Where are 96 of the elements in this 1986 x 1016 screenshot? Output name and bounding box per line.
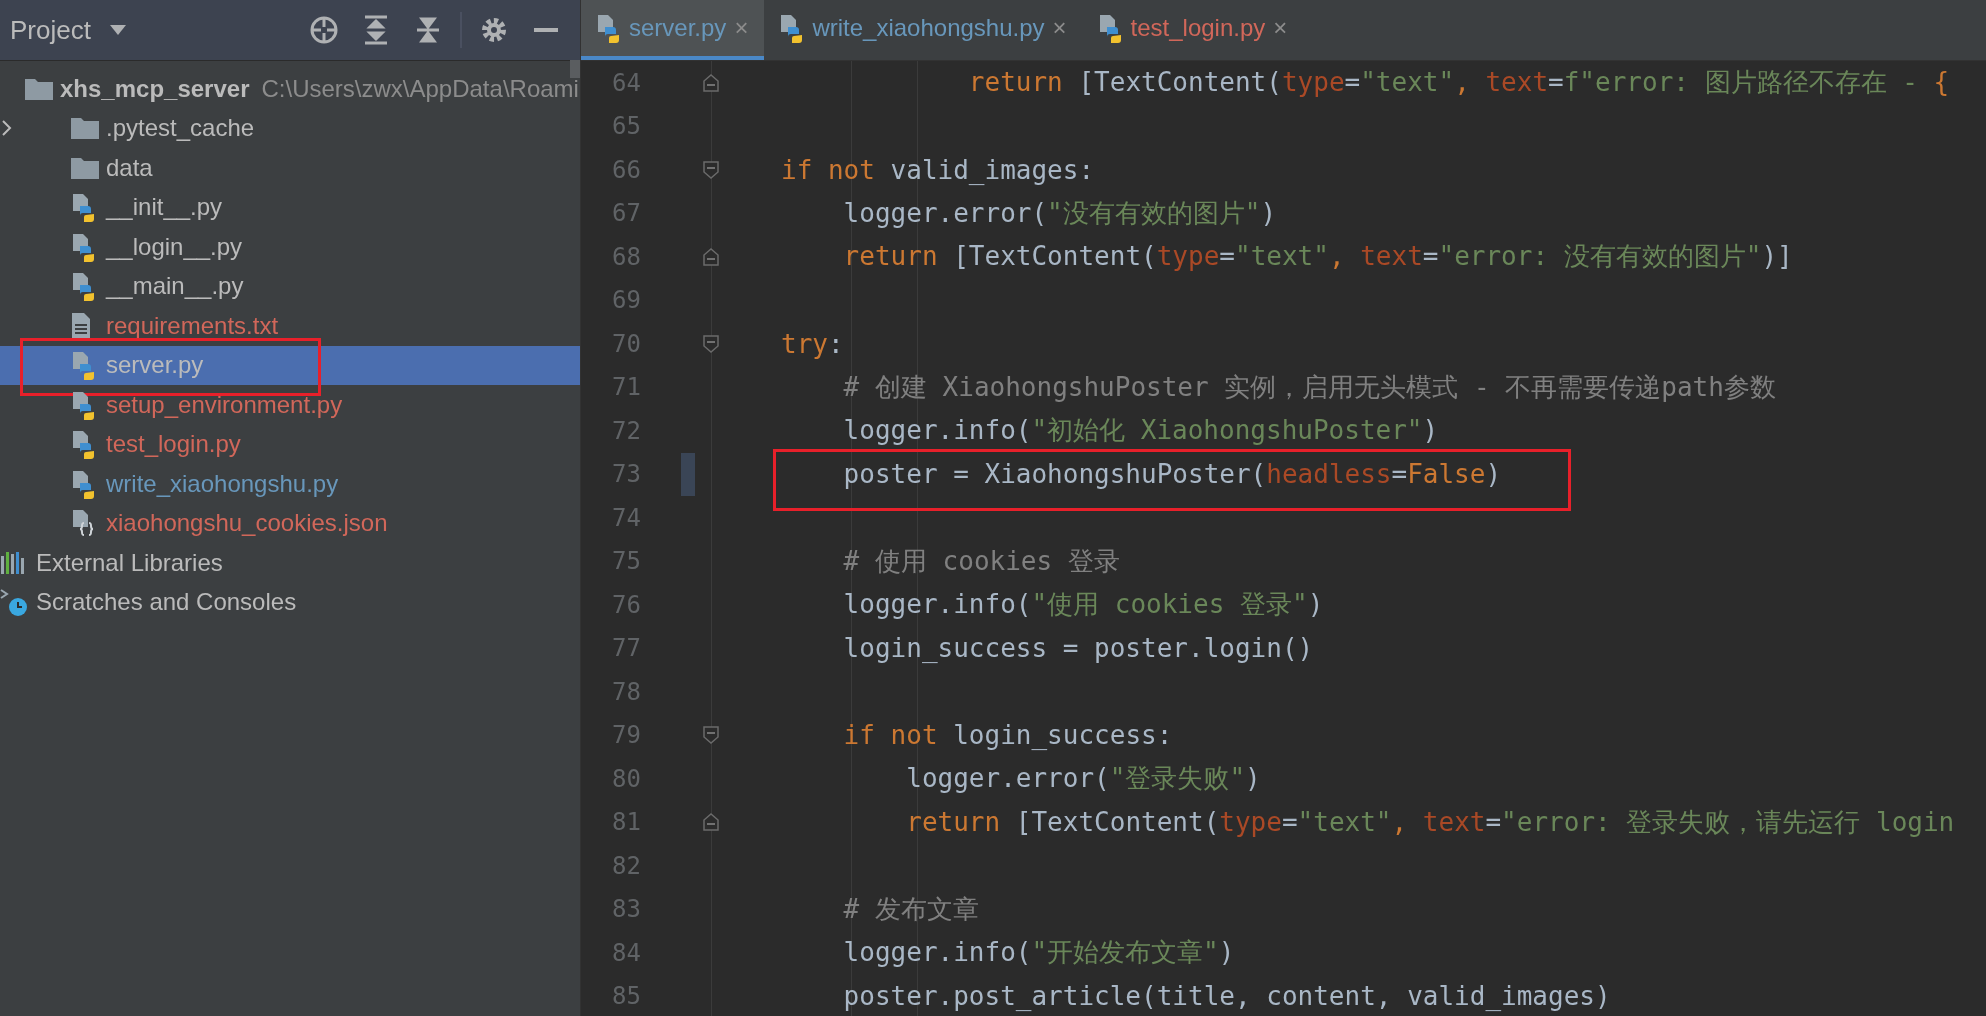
tree-item-label: __login__.py	[106, 232, 243, 261]
text-file-icon	[70, 310, 92, 341]
line-number: 71	[611, 373, 641, 402]
python-file-icon	[595, 13, 621, 43]
fold-icon[interactable]	[703, 726, 719, 745]
tree-item[interactable]: __init__.py	[0, 187, 580, 227]
code-line: # 使用 cookies 登录	[842, 544, 1120, 578]
editor-tab[interactable]: write_xiaohongshu.py ×	[764, 0, 1083, 60]
code-line: logger.error("登录失败")	[905, 762, 1261, 796]
tree-item-label: __init__.py	[106, 193, 223, 222]
tree-item[interactable]: .pytest_cache	[0, 108, 580, 148]
tree-item-label: .pytest_cache	[106, 114, 255, 143]
json-file-icon	[70, 508, 96, 539]
tree-item[interactable]: setup_environment.py	[0, 385, 580, 425]
tree-item[interactable]: External Libraries	[0, 543, 580, 583]
line-number: 69	[611, 286, 641, 315]
code-line: login_success = poster.login()	[842, 633, 1314, 664]
code-line: return [TextContent(type="text", text="error: 没有有效的图片")]	[842, 240, 1793, 274]
line-number: 67	[611, 199, 641, 228]
tree-item-label: Scratches and Consoles	[36, 588, 297, 617]
editor-tab[interactable]: test_login.py ×	[1082, 0, 1304, 60]
code-line: logger.error("没有有效的图片")	[842, 196, 1277, 230]
line-number: 64	[611, 68, 641, 97]
python-file-icon	[70, 389, 96, 420]
tree-item[interactable]: __login__.py	[0, 227, 580, 267]
tree-item[interactable]: requirements.txt	[0, 306, 580, 346]
tree-item-label: write_xiaohongshu.py	[106, 469, 339, 498]
python-file-icon	[70, 192, 96, 223]
editor-tab[interactable]: server.py ×	[581, 0, 765, 60]
panel-title[interactable]: Project	[10, 14, 91, 46]
python-file-icon	[70, 231, 96, 262]
line-number: 75	[611, 547, 641, 576]
folder-icon	[70, 115, 100, 142]
python-file-icon	[70, 350, 96, 381]
line-number: 73	[611, 460, 641, 489]
line-number: 65	[611, 112, 641, 141]
project-path: C:\Users\zwx\AppData\Roami	[261, 74, 579, 103]
line-number: 72	[611, 416, 641, 445]
code-line: if not login_success:	[842, 720, 1173, 751]
code-line: try:	[781, 328, 844, 359]
line-number: 83	[611, 895, 641, 924]
code-line: logger.info("开始发布文章")	[842, 936, 1235, 970]
close-tab-button[interactable]: ×	[734, 14, 749, 42]
line-number: 68	[611, 242, 641, 271]
tree-item[interactable]: test_login.py	[0, 424, 580, 464]
close-tab-button[interactable]: ×	[1273, 14, 1288, 42]
tree-item[interactable]: write_xiaohongshu.py	[0, 464, 580, 504]
python-file-icon	[70, 468, 96, 499]
line-number: 66	[611, 155, 641, 184]
dropdown-caret-icon[interactable]	[108, 24, 127, 36]
tree-item[interactable]: server.py	[0, 345, 580, 385]
line-number: 74	[611, 503, 641, 532]
tree-item-label: setup_environment.py	[106, 390, 343, 419]
line-number: 81	[611, 808, 641, 837]
tree-item-label: External Libraries	[36, 548, 223, 577]
line-number: 82	[611, 851, 641, 880]
fold-icon[interactable]	[703, 73, 719, 92]
code-line: poster = XiaohongshuPoster(headless=False)	[842, 459, 1502, 490]
code-line: return [TextContent(type="text", text=f"error: 图片路径不存在 - {	[967, 66, 1950, 100]
tree-item-label: xiaohongshu_cookies.json	[106, 509, 388, 538]
code-line: logger.info("初始化 XiaohongshuPoster")	[842, 414, 1439, 448]
tree-item[interactable]: Scratches and Consoles	[0, 582, 580, 622]
line-number: 79	[611, 721, 641, 750]
code-line: logger.info("使用 cookies 登录")	[842, 588, 1324, 622]
tree-item[interactable]: data	[0, 148, 580, 188]
line-number: 70	[611, 329, 641, 358]
tree-item-label: server.py	[106, 351, 204, 380]
line-number: 76	[611, 590, 641, 619]
tree-item-label: __main__.py	[106, 272, 244, 301]
scrollbar-thumb[interactable]	[570, 60, 580, 78]
code-line: # 创建 XiaohongshuPoster 实例，启用无头模式 - 不再需要传递path参数	[842, 370, 1776, 404]
line-number: 85	[611, 982, 641, 1011]
python-file-icon	[778, 13, 805, 43]
tree-item-label: test_login.py	[106, 430, 241, 459]
code-line: if not valid_images:	[781, 154, 1095, 185]
tree-item[interactable]: xiaohongshu_cookies.json	[0, 503, 580, 543]
tree-item[interactable]: xhs_mcp_server C:\Users\zwx\AppData\Roami	[0, 69, 580, 109]
tree-item-label: xhs_mcp_server	[60, 74, 250, 103]
library-icon	[0, 549, 26, 576]
code-line: # 发布文章	[842, 892, 979, 926]
fold-icon[interactable]	[703, 813, 719, 832]
fold-icon[interactable]	[703, 160, 719, 179]
close-tab-button[interactable]: ×	[1052, 14, 1067, 42]
python-file-icon	[70, 271, 96, 302]
fold-icon[interactable]	[703, 247, 719, 266]
tree-item-label: data	[106, 153, 153, 182]
fold-icon[interactable]	[703, 334, 719, 353]
code-line: poster.post_article(title, content, valid_images)	[842, 981, 1611, 1012]
code-line: return [TextContent(type="text", text="error: 登录失败，请先运行 login	[905, 805, 1955, 839]
line-number: 78	[611, 677, 641, 706]
line-number: 80	[611, 764, 641, 793]
line-number: 77	[611, 634, 641, 663]
python-file-icon	[70, 429, 96, 460]
line-number: 84	[611, 938, 641, 967]
tree-item[interactable]: __main__.py	[0, 266, 580, 306]
tree-item-label: requirements.txt	[106, 311, 279, 340]
